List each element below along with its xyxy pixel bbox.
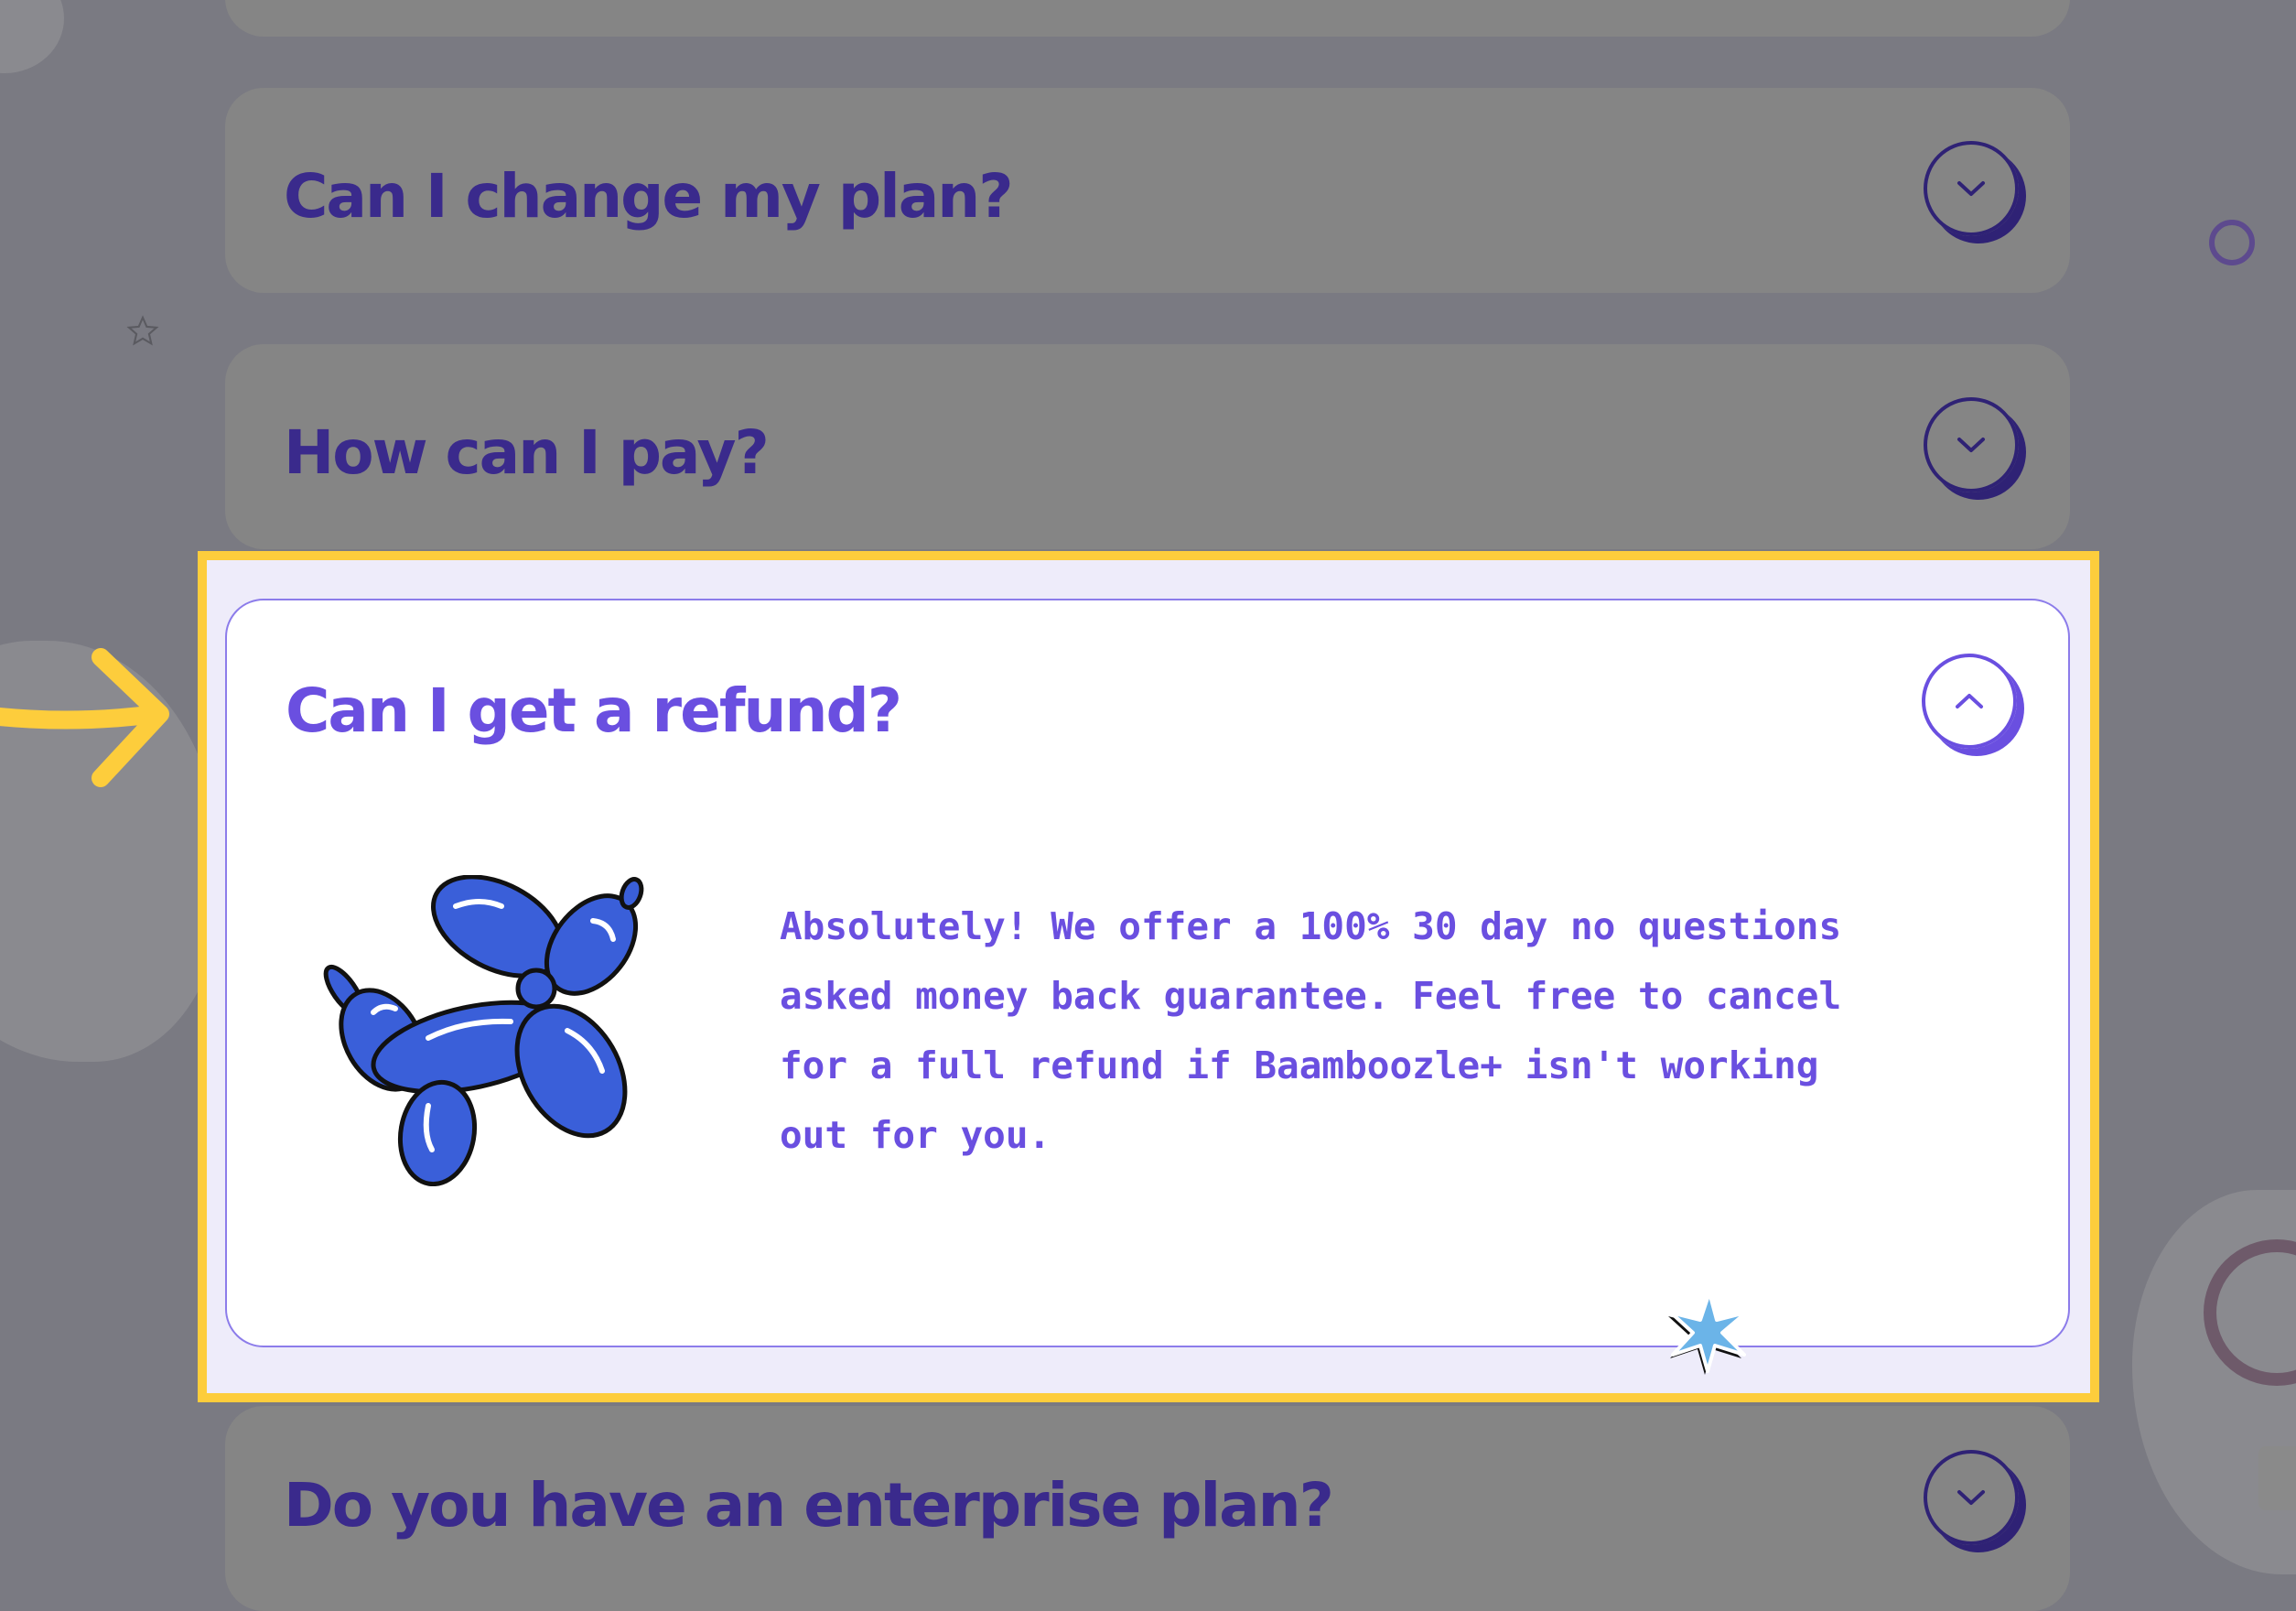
ring-decoration (2209, 220, 2255, 265)
faq-item-refund[interactable]: Can I get a refund? Absolutely! We offer… (225, 599, 2070, 1375)
expand-button[interactable] (1924, 141, 2019, 236)
faq-question: How can I pay? (284, 417, 770, 488)
faq-item-previous[interactable] (225, 0, 2070, 37)
balloon-dog-icon (323, 875, 644, 1186)
expand-button[interactable] (1924, 397, 2019, 492)
faq-item-change-plan[interactable]: Can I change my plan? (225, 88, 2070, 293)
chevron-down-icon (1957, 1490, 1985, 1505)
faq-question: Can I get a refund? (286, 676, 902, 746)
chevron-down-icon (1957, 438, 1985, 452)
star-icon (126, 315, 159, 346)
arrow-pointer-icon (0, 648, 169, 787)
background-blob (0, 0, 64, 73)
chevron-down-icon (1957, 181, 1985, 196)
faq-item-payment[interactable]: How can I pay? (225, 344, 2070, 549)
sparkle-icon (1668, 1291, 1748, 1375)
faq-answer: Absolutely! We offer a 100% 30 day no qu… (780, 904, 1842, 1157)
faq-question: Do you have an enterprise plan? (284, 1470, 1334, 1541)
chevron-up-icon (1956, 694, 1983, 708)
faq-item-enterprise[interactable]: Do you have an enterprise plan? (225, 1406, 2070, 1611)
collapse-button[interactable] (1922, 654, 2017, 749)
faq-question: Can I change my plan? (284, 161, 1014, 232)
side-widget[interactable] (2258, 1446, 2296, 1510)
expand-button[interactable] (1924, 1450, 2019, 1545)
